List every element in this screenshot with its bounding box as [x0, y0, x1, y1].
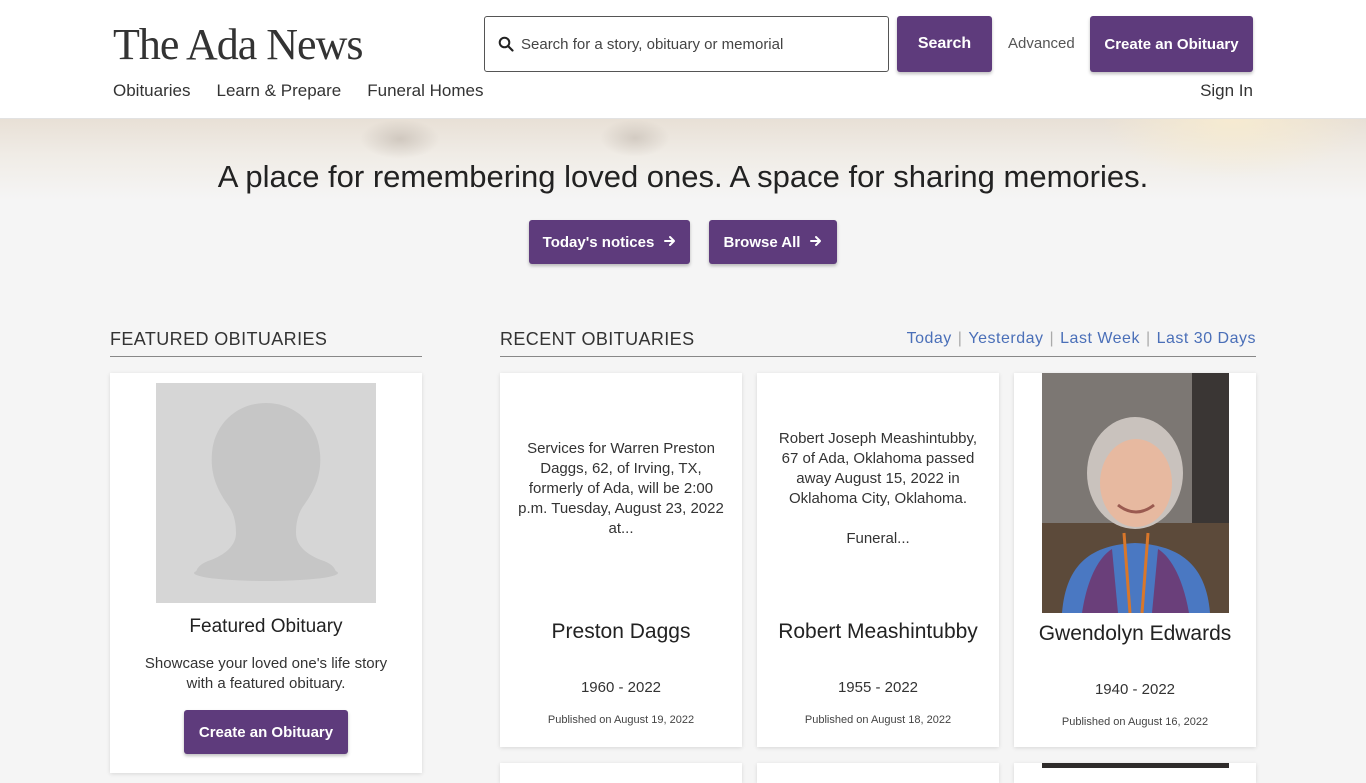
obituary-name[interactable]: Gwendolyn Edwards [1014, 622, 1256, 646]
filter-separator: | [957, 330, 963, 347]
filter-last-week[interactable]: Last Week [1060, 330, 1140, 348]
placeholder-avatar-icon [156, 383, 376, 603]
obituary-card[interactable]: Robert Joseph Meashintubby, 67 of Ada, O… [757, 373, 999, 747]
filter-separator: | [1145, 330, 1151, 347]
featured-obituary-card: Featured Obituary Showcase your loved on… [110, 373, 422, 773]
hero-background-tree [600, 119, 670, 157]
search-button[interactable]: Search [897, 16, 992, 72]
obituary-excerpt: Robert Joseph Meashintubby, 67 of Ada, O… [778, 430, 978, 547]
search-box [484, 16, 889, 72]
filter-today[interactable]: Today [907, 330, 952, 348]
nav-funeral-homes[interactable]: Funeral Homes [367, 81, 483, 101]
site-header: The Ada News Search Advanced Create an O… [0, 0, 1366, 119]
recent-obituaries-heading: RECENT OBITUARIES Today | Yesterday | La… [500, 329, 1256, 357]
create-obituary-button[interactable]: Create an Obituary [1090, 16, 1253, 72]
browse-all-label: Browse All [723, 233, 801, 251]
filter-yesterday[interactable]: Yesterday [968, 330, 1043, 348]
featured-obituaries-heading: FEATURED OBITUARIES [110, 329, 422, 357]
create-obituary-button[interactable]: Create an Obituary [184, 710, 348, 754]
obituary-card[interactable]: Services for Warren Preston Daggs, 62, o… [500, 373, 742, 747]
main-nav: Obituaries Learn & Prepare Funeral Homes [113, 81, 509, 101]
search-input[interactable] [521, 17, 888, 71]
arrow-right-icon [810, 234, 822, 251]
nav-obituaries[interactable]: Obituaries [113, 81, 190, 101]
advanced-search-link[interactable]: Advanced [1008, 35, 1075, 52]
hero-background-tree [360, 119, 440, 159]
obituary-card[interactable]: Gwendolyn Edwards 1940 - 2022 Published … [1014, 373, 1256, 747]
filter-separator: | [1049, 330, 1055, 347]
obituary-photo[interactable] [1042, 373, 1229, 613]
date-filter-links: Today | Yesterday | Last Week | Last 30 … [907, 330, 1256, 348]
hero-title: A place for remembering loved ones. A sp… [217, 159, 1149, 194]
obituary-published-date: Published on August 18, 2022 [804, 714, 952, 726]
obituary-years: 1960 - 2022 [580, 679, 662, 696]
sign-in-link[interactable]: Sign In [1200, 81, 1253, 101]
arrow-right-icon [664, 234, 676, 251]
featured-obituary-description: Showcase your loved one's life story wit… [144, 655, 388, 692]
obituary-published-date: Published on August 16, 2022 [1061, 716, 1209, 728]
site-logo[interactable]: The Ada News [113, 20, 363, 70]
obituary-published-date: Published on August 19, 2022 [547, 714, 695, 726]
search-icon [485, 36, 521, 52]
obituary-card[interactable] [757, 763, 999, 783]
obituary-card[interactable] [500, 763, 742, 783]
obituary-photo[interactable] [1042, 763, 1229, 768]
obituary-name[interactable]: Preston Daggs [500, 620, 742, 644]
hero-banner [0, 119, 1366, 299]
nav-learn-prepare[interactable]: Learn & Prepare [216, 81, 341, 101]
recent-obituaries-title: RECENT OBITUARIES [500, 329, 695, 349]
obituary-years: 1940 - 2022 [1094, 681, 1176, 698]
obituary-card[interactable] [1014, 763, 1256, 783]
todays-notices-label: Today's notices [542, 233, 655, 251]
obituary-excerpt: Services for Warren Preston Daggs, 62, o… [518, 440, 724, 537]
browse-all-button[interactable]: Browse All [709, 220, 837, 264]
obituary-name[interactable]: Robert Meashintubby [757, 620, 999, 644]
obituary-years: 1955 - 2022 [837, 679, 919, 696]
featured-obituary-title: Featured Obituary [189, 616, 343, 637]
filter-last-30-days[interactable]: Last 30 Days [1157, 330, 1256, 348]
site-logo-text: The Ada News [113, 20, 363, 69]
todays-notices-button[interactable]: Today's notices [529, 220, 690, 264]
